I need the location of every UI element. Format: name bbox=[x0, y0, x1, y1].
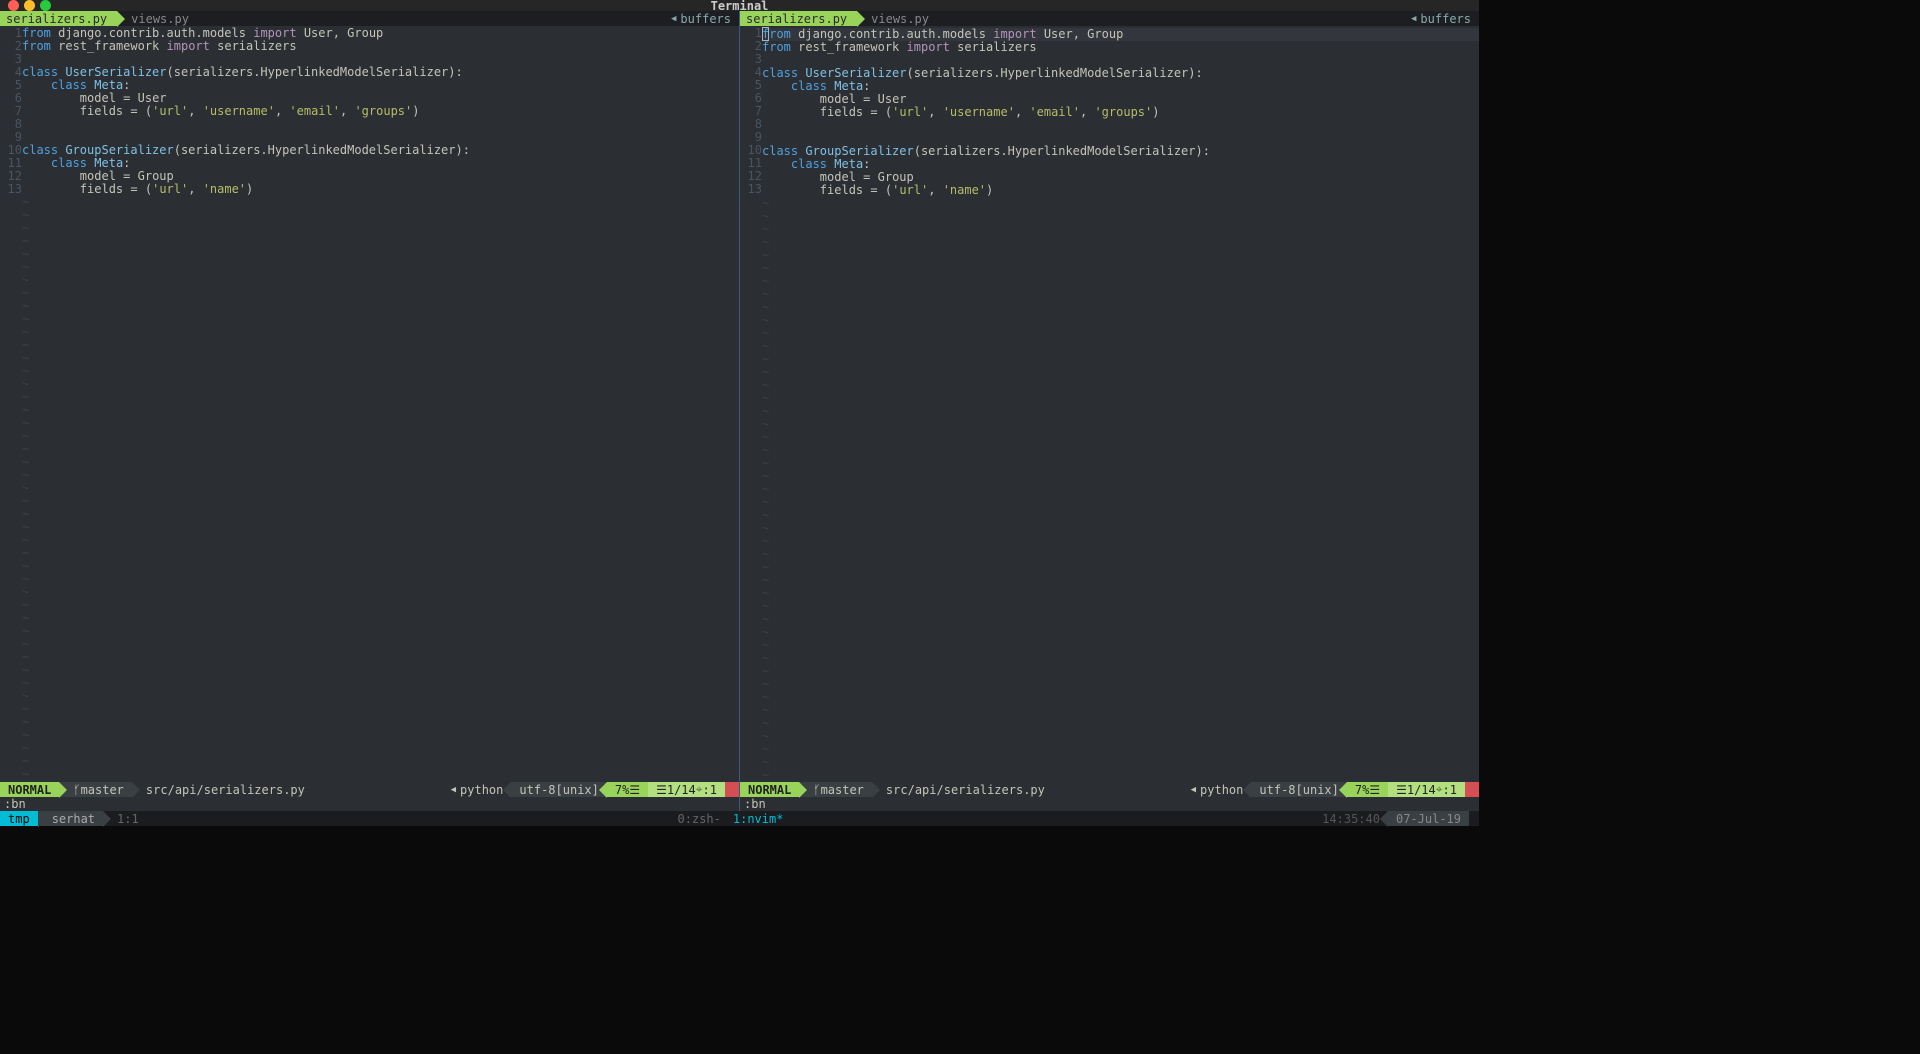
tmux-windows: 0:zsh- 1:nvim* bbox=[147, 812, 1314, 826]
filetype-segment: ◀python bbox=[443, 782, 512, 797]
branch-segment: master bbox=[59, 782, 132, 797]
command-line-right[interactable]: :bn bbox=[740, 797, 1479, 811]
tmux-session[interactable]: tmp bbox=[0, 811, 38, 826]
tmux-window-1[interactable]: 1:nvim* bbox=[733, 812, 784, 826]
buffer-tab-views[interactable]: views.py bbox=[857, 11, 939, 26]
buffer-tab-views[interactable]: views.py bbox=[117, 11, 199, 26]
code-area-right[interactable]: 12345678910111213 from django.contrib.au… bbox=[740, 26, 1479, 782]
titlebar: Terminal bbox=[0, 0, 1479, 11]
percent-segment: 7% bbox=[1347, 782, 1388, 797]
tmux-statusbar: tmp serhat 1:1 0:zsh- 1:nvim* 14:35:40 0… bbox=[0, 811, 1479, 826]
code-lines-right[interactable]: from django.contrib.auth.models import U… bbox=[762, 26, 1479, 782]
error-segment bbox=[1465, 782, 1479, 797]
buffer-tab-label: views.py bbox=[871, 12, 929, 26]
position-segment: 1/14 ⌖: 1 bbox=[648, 782, 725, 797]
mode-segment: NORMAL bbox=[0, 782, 59, 797]
buffers-indicator: buffers bbox=[671, 12, 739, 26]
terminal-window: Terminal serializers.py views.py buffers… bbox=[0, 0, 1479, 812]
buffer-tab-serializers[interactable]: serializers.py bbox=[740, 11, 857, 26]
filetype-segment: ◀python bbox=[1183, 782, 1252, 797]
tmux-date: 07-Jul-19 bbox=[1388, 811, 1469, 826]
bufferline-left: serializers.py views.py buffers bbox=[0, 11, 739, 26]
bufferline-right: serializers.py views.py buffers bbox=[740, 11, 1479, 26]
encoding-segment: utf-8[unix] bbox=[511, 782, 606, 797]
pane-right[interactable]: serializers.py views.py buffers 12345678… bbox=[740, 11, 1479, 811]
buffers-indicator: buffers bbox=[1411, 12, 1479, 26]
gutter-left: 12345678910111213 bbox=[0, 26, 22, 782]
branch-icon bbox=[813, 783, 820, 797]
editor-split: serializers.py views.py buffers 12345678… bbox=[0, 11, 1479, 811]
percent-segment: 7% bbox=[607, 782, 648, 797]
filepath-segment: src/api/serializers.py bbox=[132, 782, 443, 797]
tmux-user: serhat bbox=[38, 811, 103, 826]
tmux-pane-index: 1:1 bbox=[103, 811, 147, 826]
position-segment: 1/14 ⌖: 1 bbox=[1388, 782, 1465, 797]
statusline-right: NORMAL master src/api/serializers.py ◀py… bbox=[740, 782, 1479, 797]
filepath-segment: src/api/serializers.py bbox=[872, 782, 1183, 797]
chevron-left-icon: ◀ bbox=[1191, 785, 1196, 795]
buffer-tab-label: serializers.py bbox=[746, 12, 847, 26]
buffer-tab-label: views.py bbox=[131, 12, 189, 26]
code-lines-left[interactable]: from django.contrib.auth.models import U… bbox=[22, 26, 739, 782]
command-line-left[interactable]: :bn bbox=[0, 797, 739, 811]
buffer-tab-label: serializers.py bbox=[6, 12, 107, 26]
statusline-left: NORMAL master src/api/serializers.py ◀py… bbox=[0, 782, 739, 797]
branch-segment: master bbox=[799, 782, 872, 797]
tmux-window-0[interactable]: 0:zsh- bbox=[677, 812, 720, 826]
tmux-time: 14:35:40 bbox=[1314, 812, 1388, 826]
mode-segment: NORMAL bbox=[740, 782, 799, 797]
error-segment bbox=[725, 782, 739, 797]
code-area-left[interactable]: 12345678910111213 from django.contrib.au… bbox=[0, 26, 739, 782]
buffer-tab-serializers[interactable]: serializers.py bbox=[0, 11, 117, 26]
chevron-left-icon: ◀ bbox=[451, 785, 456, 795]
pane-left[interactable]: serializers.py views.py buffers 12345678… bbox=[0, 11, 740, 811]
encoding-segment: utf-8[unix] bbox=[1251, 782, 1346, 797]
gutter-right: 12345678910111213 bbox=[740, 26, 762, 782]
branch-icon bbox=[73, 783, 80, 797]
